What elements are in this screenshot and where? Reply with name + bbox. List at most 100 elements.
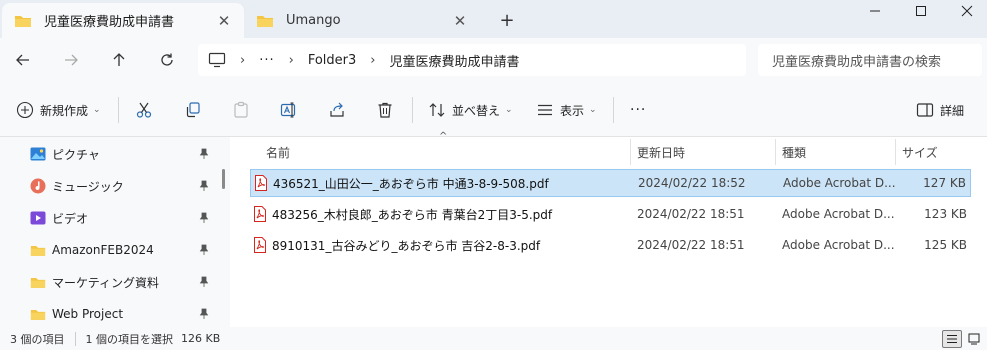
scrollbar-thumb[interactable] [222,169,225,189]
sidebar-item-amazonfeb2024[interactable]: AmazonFEB2024 [0,234,218,266]
sidebar-item-web-project[interactable]: Web Project [0,298,218,330]
large-icons-view-button[interactable] [964,330,984,348]
details-view-button[interactable] [942,330,962,348]
clipboard-icon [234,101,248,118]
sidebar-item-label: ミュージック [52,179,124,194]
file-size: 123 KB [924,207,967,221]
breadcrumb-separator: › [370,52,376,68]
sort-button[interactable]: 並べ替え ⌄ [428,96,513,124]
arrow-right-icon [65,54,78,66]
toolbar-divider [613,97,614,123]
tab-jidou-iryouhi[interactable]: 児童医療費助成申請書 ✕ [2,3,244,38]
minimize-button[interactable] [852,0,898,22]
details-view-icon [947,335,957,343]
folder-icon [30,243,46,257]
more-options-button[interactable]: ··· [630,96,646,124]
rename-button[interactable] [280,96,298,124]
folder-icon [30,275,46,289]
list-view-icon [538,104,552,116]
file-list-scrollbar[interactable] [973,137,987,327]
sidebar-scrollbar[interactable] [219,139,229,325]
pdf-icon [255,175,267,191]
close-icon [961,5,973,17]
breadcrumb-separator: › [240,52,246,68]
back-button[interactable] [8,46,38,74]
arrow-up-icon [113,53,125,66]
address-bar[interactable]: › ··· › Folder3 › 児童医療費助成申請書 [198,44,746,76]
copy-button[interactable] [184,96,202,124]
computer-icon [208,52,226,68]
refresh-button[interactable] [152,46,182,74]
file-date: 2024/02/22 18:51 [637,238,745,252]
folder-icon [257,15,273,27]
delete-button[interactable] [376,96,394,124]
plus-circle-icon [16,101,34,119]
folder-icon [15,15,31,27]
selection-size: 126 KB [181,332,221,345]
close-tab-button[interactable]: ✕ [446,7,474,35]
column-header-size[interactable]: サイズ [895,139,971,165]
sidebar-item-label: Web Project [52,307,124,321]
new-button[interactable]: 新規作成 ⌄ [16,96,101,124]
file-row[interactable]: 483256_木村良郎_あおぞら市 青葉台2丁目3-5.pdf 2024/02/… [250,200,971,228]
close-tab-button[interactable]: ✕ [210,7,238,35]
new-button-label: 新規作成 [40,103,89,118]
pin-icon [199,148,209,159]
file-date: 2024/02/22 18:51 [637,207,745,221]
arrow-left-icon [16,54,29,66]
up-button[interactable] [104,46,134,74]
tab-umango[interactable]: Umango ✕ [244,3,480,38]
file-name: 436521_山田公一_あおぞら市 中通3-8-9-508.pdf [273,176,549,191]
scissors-icon [136,102,152,118]
navigation-pane: ピクチャ ミュージック ビデオ AmazonFEB2024 マーケティング資料 [0,137,230,327]
column-header-date[interactable]: 更新日時 [630,139,772,165]
cut-button[interactable] [135,96,153,124]
chevron-down-icon: ⌄ [93,105,101,115]
chevron-down-icon: ⌄ [589,105,597,115]
sort-icon [429,103,445,117]
command-bar: 新規作成 ⌄ 並べ替え ⌄ 表示 ⌄ ··· 詳細 [0,82,987,137]
sidebar-item-videos[interactable]: ビデオ [0,202,218,234]
sidebar-item-label: マーケティング資料 [52,275,160,290]
column-header-name[interactable]: 名前 [260,139,630,165]
status-divider [74,331,76,346]
pdf-icon [254,206,266,222]
column-header-type[interactable]: 種類 [775,139,895,165]
breadcrumb-overflow-button[interactable]: ··· [259,53,274,68]
close-window-button[interactable] [944,0,987,22]
paste-button[interactable] [232,96,250,124]
file-list: ^ 名前 更新日時 種類 サイズ 436521_山田公一_あおぞら市 中通3-8… [230,131,987,327]
breadcrumb-folder3[interactable]: Folder3 [308,53,356,68]
pin-icon [199,244,209,255]
pin-icon [199,180,209,191]
trash-icon [378,102,392,118]
sidebar-item-pictures[interactable]: ピクチャ [0,138,218,170]
file-date: 2024/02/22 18:52 [638,176,746,190]
chevron-down-icon: ⌄ [505,105,513,115]
music-icon [30,178,46,194]
file-row[interactable]: 8910131_古谷みどり_あおぞら市 吉谷2-8-3.pdf 2024/02/… [250,231,971,259]
share-button[interactable] [328,96,346,124]
breadcrumb-current-folder[interactable]: 児童医療費助成申請書 [389,51,519,70]
tab-title: Umango [286,13,341,28]
large-icons-view-icon [968,333,980,345]
details-pane-button[interactable]: 詳細 [916,96,964,124]
maximize-button[interactable] [898,0,944,22]
search-input[interactable]: 児童医療費助成申請書の検索 [758,44,982,76]
forward-button[interactable] [56,46,86,74]
minimize-icon [870,10,880,12]
tab-title: 児童医療費助成申請書 [44,15,175,30]
share-icon [330,102,344,117]
sidebar-item-music[interactable]: ミュージック [0,170,218,202]
file-type: Adobe Acrobat D... [782,238,895,252]
view-button[interactable]: 表示 ⌄ [536,96,597,124]
videos-icon [30,211,46,225]
sidebar-item-marketing[interactable]: マーケティング資料 [0,266,218,298]
new-tab-button[interactable]: + [494,8,520,32]
item-count: 3 個の項目 [10,332,65,346]
refresh-icon [161,53,173,66]
sort-button-label: 並べ替え [452,103,501,118]
sidebar-item-label: ビデオ [52,211,89,226]
file-row[interactable]: 436521_山田公一_あおぞら市 中通3-8-9-508.pdf 2024/0… [250,169,971,197]
maximize-icon [916,6,926,16]
